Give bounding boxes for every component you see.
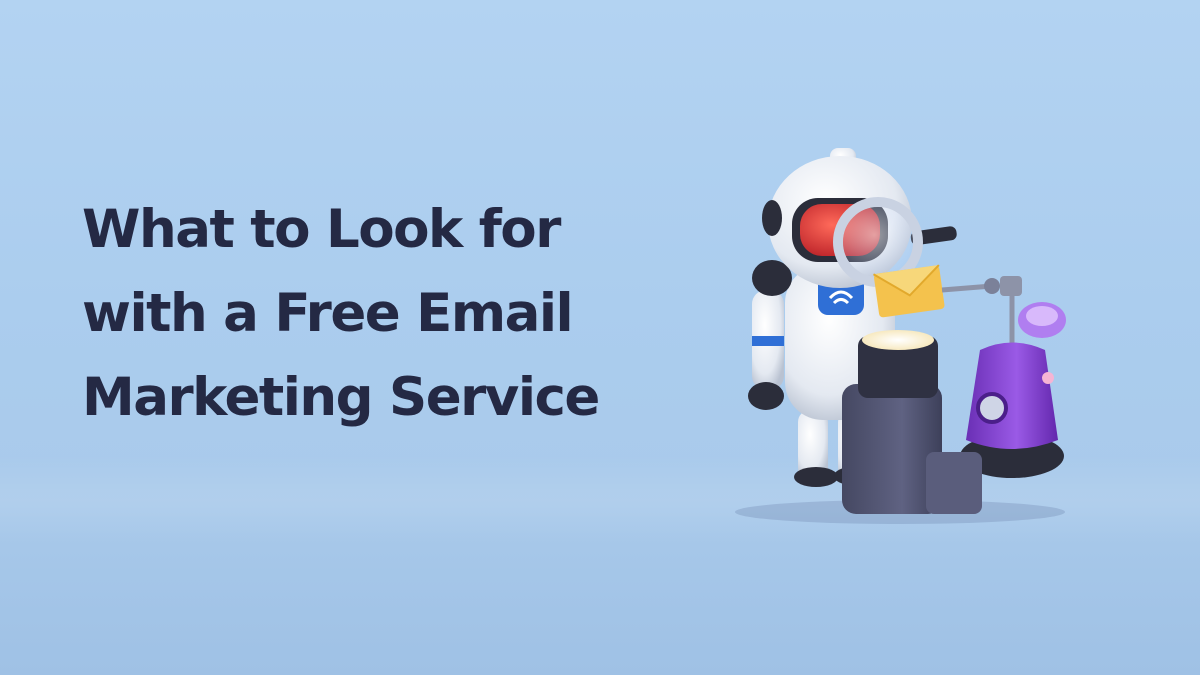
- title-line-3: Marketing Service: [82, 367, 600, 428]
- robot-foot-left: [794, 467, 838, 487]
- robot-hand-left: [748, 382, 784, 410]
- title-line-1: What to Look for: [82, 199, 561, 260]
- pedestal-glow: [862, 330, 934, 350]
- purple-robot-light: [1042, 372, 1054, 384]
- mech-arm-mount: [1000, 276, 1022, 296]
- purple-robot-porthole: [976, 392, 1008, 424]
- magnifier-lens: [843, 207, 913, 277]
- email-envelope-icon: [872, 264, 945, 318]
- purple-robot-body: [966, 342, 1058, 449]
- mech-arm-joint: [984, 278, 1000, 294]
- pedestal-cube: [926, 452, 982, 514]
- page-title: What to Look for with a Free Email Marke…: [82, 188, 722, 440]
- purple-robot-funnel-inner: [1026, 306, 1058, 326]
- title-line-2: with a Free Email: [82, 283, 574, 344]
- robot-ear-left: [762, 200, 782, 236]
- robot-illustration: [735, 148, 1066, 524]
- robot-arm-band: [752, 336, 784, 346]
